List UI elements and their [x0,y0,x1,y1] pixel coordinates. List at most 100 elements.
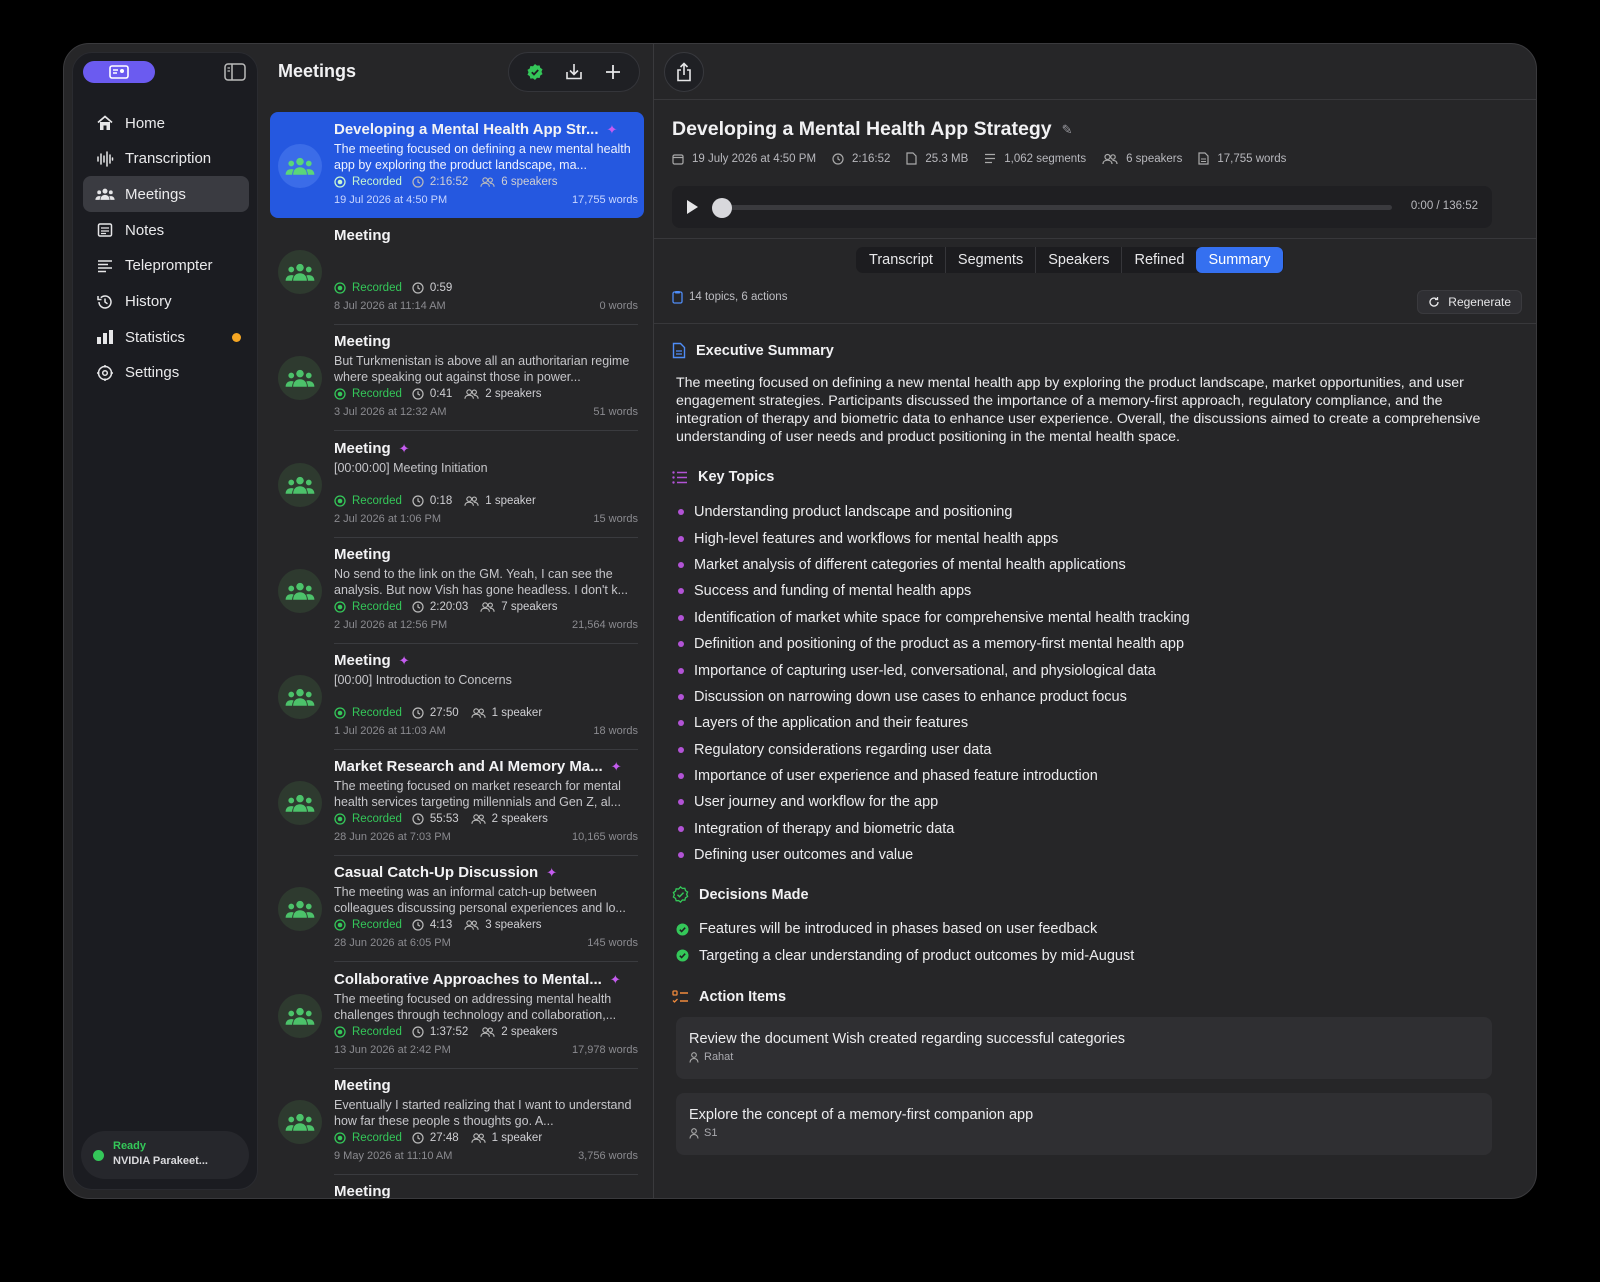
meeting-avatar [278,887,322,932]
regenerate-button[interactable]: Regenerate [1417,290,1522,314]
check-badge-icon [672,886,689,903]
playback-scrubber[interactable] [712,198,732,218]
clock-icon [412,813,424,825]
sidebar-item-home[interactable]: Home [83,105,249,141]
clock-icon [412,388,424,400]
meeting-list-item[interactable]: Meeting Recorded 0:59 8 Jul 2026 at 11:14 A… [270,218,644,326]
action-item-card[interactable]: Review the document Wish created regardi… [676,1017,1492,1079]
executive-summary-heading: Executive Summary [672,342,834,359]
meeting-item-speakers: 7 speakers [480,601,558,613]
meeting-item-description [334,247,638,279]
clock-icon [412,1025,424,1038]
meeting-item-speakers: 6 speakers [480,176,558,188]
tab-transcript[interactable]: Transcript [857,247,946,273]
meeting-list-item[interactable]: Meeting ✦ [00:00:00] Meeting Initiation Rec… [270,431,644,538]
meeting-item-meta: Recorded 1:37:52 2 speakers [334,1023,638,1041]
edit-pencil-icon[interactable]: ✎ [1062,122,1073,138]
meeting-list-item[interactable]: Developing a Mental Health App Str... ✦ Th… [270,112,644,218]
meeting-item-footer: 13 Jun 2026 at 2:42 PM 17,978 words [334,1041,638,1059]
meeting-item-body: Meeting Eventually I started realizing th… [334,1076,638,1165]
meeting-item-speakers: 1 speaker [464,495,536,507]
meeting-list-item[interactable]: Meeting [270,1174,644,1198]
detail-toolbar [654,44,1536,100]
meeting-item-description: The meeting was an informal catch-up bet… [334,885,626,916]
playback-track[interactable] [712,205,1392,210]
key-topic-item: Importance of capturing user-led, conver… [676,657,1494,683]
people-icon [464,495,479,506]
meeting-item-body: Meeting ✦ [00:00] Introduction to Concerns… [334,651,638,740]
sidebar-item-label: Settings [125,364,180,382]
recorded-status: Recorded [334,813,402,825]
ai-sparkle-icon: ✦ [609,971,621,987]
meeting-item-body: Meeting ✦ [00:00:00] Meeting Initiation Rec… [334,439,638,528]
tab-speakers[interactable]: Speakers [1036,247,1123,273]
people-icon [464,389,479,400]
meeting-item-description: The meeting focused on defining a new me… [334,142,631,172]
meeting-item-description: [00:00:00] Meeting Initiation [334,460,488,475]
meeting-item-title-row: Meeting ✦ [334,651,638,671]
meeting-list-item[interactable]: Meeting Eventually I started realizing th… [270,1068,644,1175]
meta-segments: 1,062 segments [984,153,1086,165]
meeting-item-date: 2 Jul 2026 at 1:06 PM [334,512,442,525]
tab-refined[interactable]: Refined [1122,247,1196,273]
history-icon [95,292,115,312]
meeting-item-date: 28 Jun 2026 at 6:05 PM [334,937,451,950]
meeting-list-item[interactable]: Meeting But Turkmenistan is above all an … [270,324,644,432]
record-circle-icon [334,176,346,188]
model-status-card[interactable]: Ready NVIDIA Parakeet... [81,1131,249,1179]
meeting-title: Developing a Mental Health App Strategy … [672,118,1073,141]
sidebar-item-settings[interactable]: Settings [83,355,249,391]
meeting-item-speakers: 2 speakers [464,388,542,400]
meeting-item-body: Meeting [334,1182,638,1198]
ai-sparkle-icon: ✦ [606,122,618,137]
play-button[interactable] [684,198,700,221]
recorded-status: Recorded [334,1132,402,1144]
add-meeting-button[interactable] [599,58,627,86]
record-circle-icon [334,494,346,507]
sidebar-toggle-button[interactable] [223,61,247,83]
key-topic-item: Layers of the application and their feat… [676,710,1494,736]
teleprompter-icon [95,256,115,276]
refresh-icon [1429,297,1439,307]
meeting-item-title: Market Research and AI Memory Ma... [334,758,603,776]
verified-button[interactable] [521,58,549,86]
record-circle-icon [334,282,346,294]
clock-icon [412,176,424,188]
person-icon [689,1051,699,1063]
share-button[interactable] [664,52,704,92]
meeting-list-item[interactable]: Casual Catch-Up Discussion ✦ The meeting w… [270,855,644,963]
meeting-list-item[interactable]: Meeting ✦ [00:00] Introduction to Concerns… [270,643,644,750]
group-icon [285,1007,315,1025]
meeting-item-words: 21,564 words [571,618,638,631]
sidebar-item-notes[interactable]: Notes [83,212,249,248]
sidebar-item-label: Teleprompter [125,257,213,275]
tab-summary[interactable]: Summary [1196,247,1283,273]
sidebar-item-statistics[interactable]: Statistics [83,319,249,355]
import-button[interactable] [560,58,588,86]
sidebar-item-transcription[interactable]: Transcription [83,141,249,177]
action-item-card[interactable]: Explore the concept of a memory-first co… [676,1093,1492,1155]
profile-switch-button[interactable] [83,61,155,83]
meeting-item-title: Meeting [334,545,391,563]
meeting-item-date: 2 Jul 2026 at 12:56 PM [334,618,448,631]
meeting-item-words: 17,755 words [571,194,638,206]
meeting-item-duration: 2:16:52 [412,176,468,188]
tab-segments[interactable]: Segments [946,247,1037,273]
action-item-title: Review the document Wish created regardi… [689,1031,1126,1047]
key-topic-item: Importance of user experience and phased… [676,763,1494,789]
meeting-item-date: 9 May 2026 at 11:10 AM [334,1149,453,1162]
list-actions [508,52,640,92]
ai-sparkle-icon: ✦ [610,759,622,775]
meeting-list-item[interactable]: Market Research and AI Memory Ma... ✦ The … [270,749,644,857]
meeting-list-item[interactable]: Collaborative Approaches to Mental... ✦ Th… [270,962,644,1069]
status-model-name: NVIDIA Parakeet... [113,1155,208,1167]
sidebar-item-teleprompter[interactable]: Teleprompter [83,248,249,284]
key-topic-item: High-level features and workflows for me… [676,525,1494,551]
meeting-item-footer: 28 Jun 2026 at 7:03 PM 10,165 words [334,828,638,846]
sidebar-item-history[interactable]: History [83,284,249,320]
meeting-item-title: Meeting [334,1076,391,1094]
meeting-list-item[interactable]: Meeting No send to the link on the GM. Ye… [270,537,644,644]
meeting-item-words: 18 words [593,725,638,737]
sidebar-item-meetings[interactable]: Meetings [83,176,249,213]
gear-icon [95,363,115,383]
